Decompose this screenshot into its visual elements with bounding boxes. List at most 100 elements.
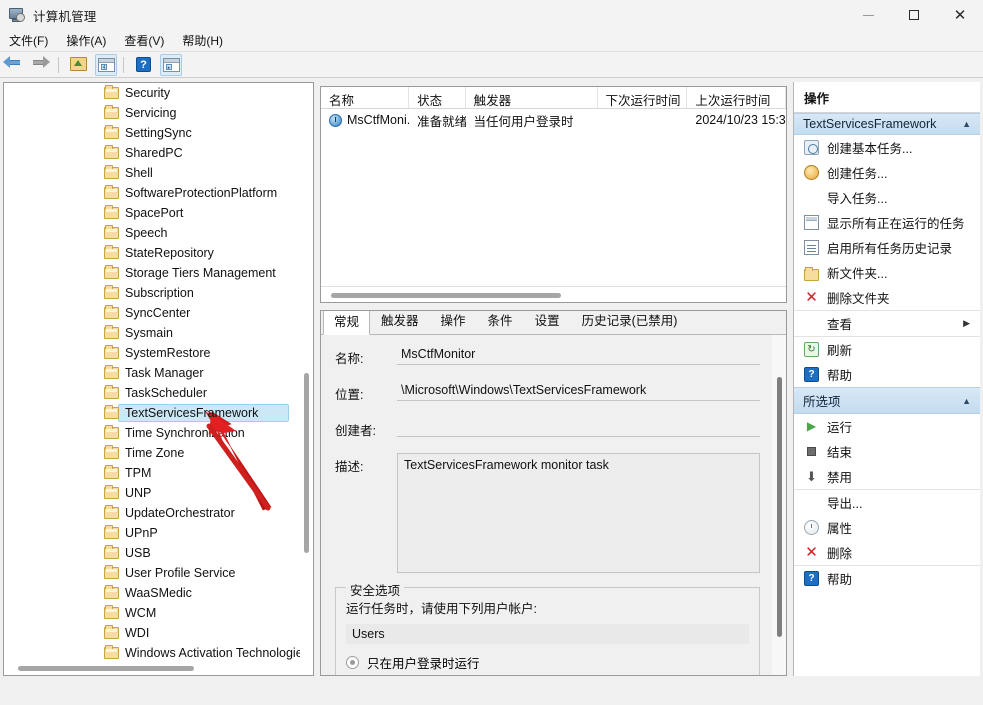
tree-list: ❯SecurityServicing SettingSync SharedPCShe…: [4, 83, 300, 663]
tree-item-label: TPM: [125, 466, 151, 480]
actions-group-header-1[interactable]: 所选项▲: [794, 387, 980, 414]
tab-4[interactable]: 设置: [524, 310, 571, 334]
folder-icon: [104, 567, 119, 579]
close-button[interactable]: ✕: [937, 0, 983, 30]
field-location-value[interactable]: \Microsoft\Windows\TextServicesFramework: [397, 381, 760, 401]
field-name-value[interactable]: MsCtfMonitor: [397, 345, 760, 365]
action-item-0-2[interactable]: 导入任务...: [794, 185, 980, 210]
tree-item-softwareprotectionplatform[interactable]: SoftwareProtectionPlatform: [4, 183, 300, 203]
tree-item-sysmain[interactable]: Sysmain: [4, 323, 300, 343]
task-column-header-2[interactable]: 触发器: [466, 87, 598, 108]
actions-group-title: TextServicesFramework: [803, 117, 936, 131]
show-pane-button[interactable]: 4: [95, 54, 117, 76]
tree-vertical-scrollbar[interactable]: [300, 83, 313, 661]
tree-item-usb[interactable]: USB: [4, 543, 300, 563]
tree-item-updateorchestrator[interactable]: UpdateOrchestrator: [4, 503, 300, 523]
action-item-0-4[interactable]: 启用所有任务历史记录: [794, 235, 980, 260]
tree-vscroll-thumb[interactable]: [304, 373, 309, 553]
action-item-0-7[interactable]: 查看▶: [794, 311, 980, 336]
tree-item-subscription[interactable]: Subscription: [4, 283, 300, 303]
action-item-1-3[interactable]: 导出...: [794, 490, 980, 515]
tree-item-wdi[interactable]: WDI: [4, 623, 300, 643]
tree-item-time-synchronization[interactable]: Time Synchronization: [4, 423, 300, 443]
action-item-0-6[interactable]: ✕删除文件夹: [794, 285, 980, 310]
help-button[interactable]: ?: [133, 54, 155, 76]
tree-horizontal-scrollbar[interactable]: [4, 661, 300, 675]
security-account-value[interactable]: Users: [346, 624, 749, 644]
action-item-1-1[interactable]: 结束: [794, 439, 980, 464]
tree-item-user-profile-service[interactable]: User Profile Service: [4, 563, 300, 583]
menu-view[interactable]: 查看(V): [115, 30, 173, 51]
tree-item-speech[interactable]: Speech: [4, 223, 300, 243]
menu-file[interactable]: 文件(F): [0, 30, 57, 51]
tree-item-waasmedic[interactable]: WaaSMedic: [4, 583, 300, 603]
tree-item-tpm[interactable]: TPM: [4, 463, 300, 483]
action-item-1-6[interactable]: ?帮助: [794, 566, 980, 591]
table-row[interactable]: MsCtfMoni...准备就绪当任何用户登录时2024/10/23 15:39…: [321, 109, 786, 131]
action-item-0-0[interactable]: 创建基本任务...: [794, 135, 980, 160]
task-column-header-3[interactable]: 下次运行时间: [598, 87, 688, 108]
actions-group-header-0[interactable]: TextServicesFramework ▲: [794, 113, 980, 135]
field-description-value[interactable]: TextServicesFramework monitor task: [397, 453, 760, 573]
action-item-1-0[interactable]: ▶运行: [794, 414, 980, 439]
tree-item-wcm[interactable]: WCM: [4, 603, 300, 623]
task-column-header-4[interactable]: 上次运行时间: [687, 87, 786, 108]
detail-vscroll-thumb[interactable]: [777, 377, 782, 637]
tree-item-label: SettingSync: [125, 126, 192, 140]
tree-item-synccenter[interactable]: SyncCenter: [4, 303, 300, 323]
tree-item-task-manager[interactable]: Task Manager: [4, 363, 300, 383]
tab-1[interactable]: 触发器: [370, 310, 430, 334]
tab-2[interactable]: 操作: [430, 310, 477, 334]
folder-icon: [104, 487, 119, 499]
action-item-1-2[interactable]: ⬇禁用: [794, 464, 980, 489]
minimize-button[interactable]: [845, 0, 891, 30]
tab-3[interactable]: 条件: [477, 310, 524, 334]
chevron-up-icon[interactable]: ▲: [962, 119, 971, 129]
chevron-right-icon[interactable]: ▶: [963, 318, 970, 329]
task-list-horizontal-scrollbar[interactable]: [321, 286, 786, 302]
tree-item-windows-activation-technologies[interactable]: Windows Activation Technologies: [4, 643, 300, 663]
action-item-0-3[interactable]: 显示所有正在运行的任务: [794, 210, 980, 235]
tree-item-time-zone[interactable]: Time Zone: [4, 443, 300, 463]
up-folder-button[interactable]: [68, 54, 90, 76]
tree-item-upnp[interactable]: UPnP: [4, 523, 300, 543]
radio-run-only-logged-in[interactable]: 只在用户登录时运行: [346, 653, 749, 672]
tree-item-servicing[interactable]: Servicing: [4, 103, 300, 123]
field-location-row: 位置: \Microsoft\Windows\TextServicesFrame…: [335, 381, 760, 403]
tree-item-settingsync[interactable]: SettingSync: [4, 123, 300, 143]
tree-item-spaceport[interactable]: SpacePort: [4, 203, 300, 223]
tab-5[interactable]: 历史记录(已禁用): [571, 310, 689, 334]
task-list-hscroll-thumb[interactable]: [331, 293, 561, 298]
action-item-0-1[interactable]: 创建任务...: [794, 160, 980, 185]
action-pane-button[interactable]: ▸: [160, 54, 182, 76]
maximize-button[interactable]: [891, 0, 937, 30]
action-item-1-5[interactable]: ✕删除: [794, 540, 980, 565]
tree-item-sharedpc[interactable]: SharedPC: [4, 143, 300, 163]
tree-item-systemrestore[interactable]: SystemRestore: [4, 343, 300, 363]
tree-item-staterepository[interactable]: StateRepository: [4, 243, 300, 263]
tree-item-shell[interactable]: Shell: [4, 163, 300, 183]
task-column-header-0[interactable]: 名称: [321, 87, 409, 108]
tree-item-taskscheduler[interactable]: TaskScheduler: [4, 383, 300, 403]
folder-icon: [104, 627, 119, 639]
tree-item-unp[interactable]: UNP: [4, 483, 300, 503]
menu-action[interactable]: 操作(A): [57, 30, 115, 51]
tree-hscroll-thumb[interactable]: [18, 666, 194, 671]
tree-item-textservicesframework[interactable]: TextServicesFramework: [4, 403, 300, 423]
action-item-0-8[interactable]: ↻刷新: [794, 337, 980, 362]
action-item-0-9[interactable]: ?帮助: [794, 362, 980, 387]
forward-button[interactable]: [30, 54, 52, 76]
action-item-0-5[interactable]: 新文件夹...: [794, 260, 980, 285]
tree-item-security[interactable]: ❯Security: [4, 83, 300, 103]
action-item-1-4[interactable]: 属性: [794, 515, 980, 540]
back-button[interactable]: [3, 54, 25, 76]
folder-icon: [104, 427, 119, 439]
field-author-value[interactable]: [397, 417, 760, 437]
task-column-header-1[interactable]: 状态: [409, 87, 465, 108]
folder-icon: [104, 527, 119, 539]
chevron-up-icon[interactable]: ▲: [962, 396, 971, 406]
menu-help[interactable]: 帮助(H): [173, 30, 232, 51]
detail-vertical-scrollbar[interactable]: [772, 335, 786, 675]
tree-item-storage-tiers-management[interactable]: Storage Tiers Management: [4, 263, 300, 283]
tab-0[interactable]: 常规: [323, 310, 370, 335]
